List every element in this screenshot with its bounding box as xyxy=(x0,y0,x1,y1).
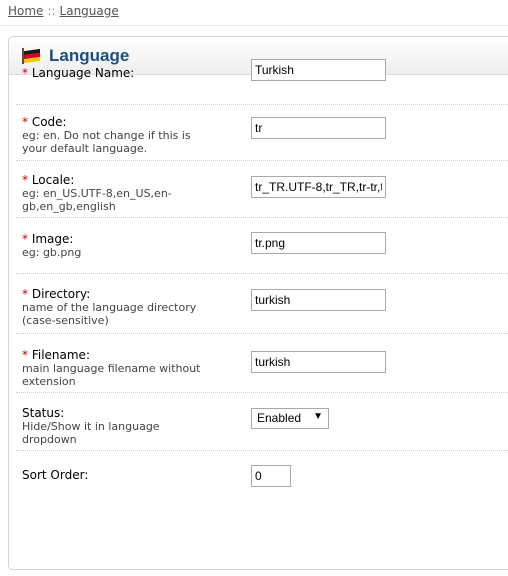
locale-help: eg: en_US.UTF-8,en_US,en-gb,en_gb,englis… xyxy=(22,187,172,213)
sort-order-label: Sort Order: xyxy=(22,468,89,482)
breadcrumb-language-link[interactable]: Language xyxy=(60,4,119,18)
language-name-input[interactable] xyxy=(251,59,386,81)
filename-input[interactable] xyxy=(251,351,386,373)
filename-help: main language filename without extension xyxy=(22,362,201,388)
status-select-value: Enabled xyxy=(257,411,302,425)
status-label: Status: Hide/Show it in language dropdow… xyxy=(22,406,192,446)
locale-label: * Locale: eg: en_US.UTF-8,en_US,en-gb,en… xyxy=(22,173,202,213)
header-divider xyxy=(0,25,508,26)
row-directory: * Directory: name of the language direct… xyxy=(16,274,508,334)
row-language-name: * Language Name: xyxy=(16,51,508,105)
directory-label: * Directory: name of the language direct… xyxy=(22,287,212,327)
breadcrumb: Home:: Language xyxy=(8,4,119,18)
image-help: eg: gb.png xyxy=(22,246,82,259)
filename-label: * Filename: main language filename witho… xyxy=(22,348,212,388)
row-locale: * Locale: eg: en_US.UTF-8,en_US,en-gb,en… xyxy=(16,161,508,218)
directory-input[interactable] xyxy=(251,289,386,311)
sort-order-input[interactable] xyxy=(251,465,291,487)
image-input[interactable] xyxy=(251,232,386,254)
row-sort-order: Sort Order: xyxy=(16,451,508,501)
row-code: * Code: eg: en. Do not change if this is… xyxy=(16,105,508,161)
status-select[interactable]: Enabled ▼ xyxy=(251,408,329,429)
status-help: Hide/Show it in language dropdown xyxy=(22,420,160,446)
language-form: * Language Name: * Code: eg: en. Do not … xyxy=(16,51,508,501)
required-marker: * xyxy=(22,66,28,80)
breadcrumb-home-link[interactable]: Home xyxy=(8,4,43,18)
breadcrumb-separator: :: xyxy=(47,4,56,18)
locale-input[interactable] xyxy=(251,176,386,198)
image-label: * Image: eg: gb.png xyxy=(22,232,82,259)
row-filename: * Filename: main language filename witho… xyxy=(16,334,508,393)
code-input[interactable] xyxy=(251,117,386,139)
row-status: Status: Hide/Show it in language dropdow… xyxy=(16,393,508,451)
language-name-label: * Language Name: xyxy=(22,66,135,80)
chevron-down-icon: ▼ xyxy=(313,411,323,422)
code-label: * Code: eg: en. Do not change if this is… xyxy=(22,115,212,155)
directory-help: name of the language directory (case-sen… xyxy=(22,301,197,327)
code-help: eg: en. Do not change if this is your de… xyxy=(22,129,191,155)
row-image: * Image: eg: gb.png xyxy=(16,218,508,274)
